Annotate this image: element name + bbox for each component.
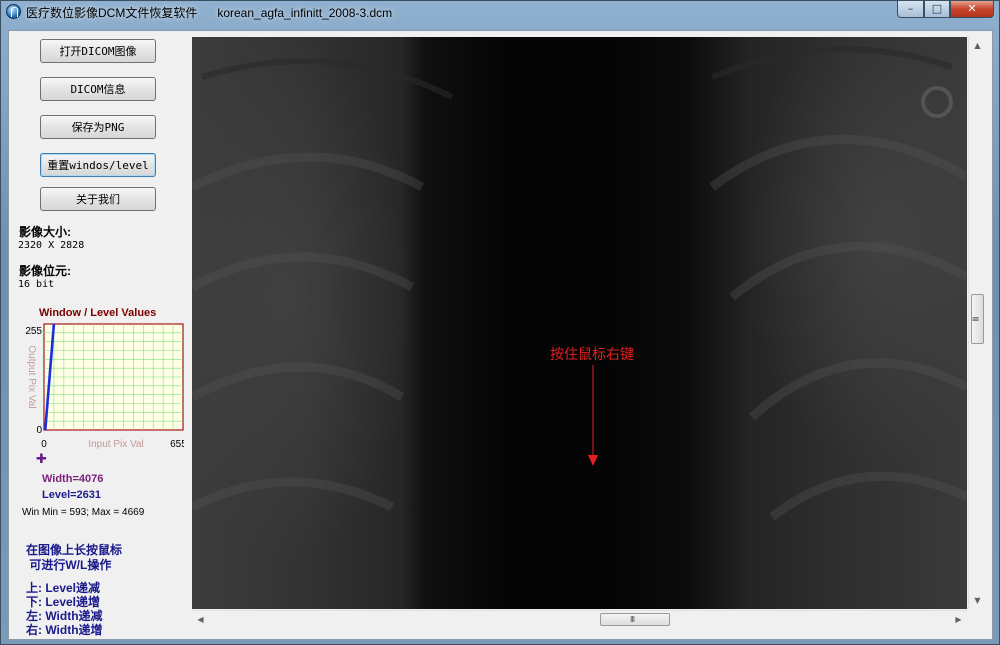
level-value: Level=2631 [42,489,102,501]
close-button[interactable]: ✕ [950,1,994,18]
scroll-down-icon[interactable]: ▼ [969,592,986,609]
window-title: 医疗数位影像DCM文件恢复软件 korean_agfa_infinitt_200… [26,6,393,20]
scroll-right-icon[interactable]: ▶ [950,611,967,628]
width-value: Width=4076 [42,473,104,485]
window-level-chart: 255 0 0 65535 Input Pix Val Output Pix Val [25,323,184,450]
client-area: 打开DICOM图像 DICOM信息 保存为PNG 重置windos/level … [8,30,993,640]
app-icon[interactable] [6,4,21,19]
reset-window-level-button[interactable]: 重置windos/level [40,153,156,177]
horizontal-scrollbar[interactable]: ◀ III ▶ [192,610,967,627]
chart-title: Window / Level Values [39,307,157,319]
save-png-button[interactable]: 保存为PNG [40,115,156,139]
minimize-button[interactable]: – [897,1,924,18]
vertical-scroll-thumb[interactable]: III [971,294,984,344]
help-down: 下: Level递增 [26,595,101,609]
help-up: 上: Level递减 [26,581,101,595]
hint-arrow-icon [588,365,598,466]
xray-image[interactable] [192,37,967,609]
h-grip-icon: III [630,615,635,624]
app-window: 医疗数位影像DCM文件恢复软件 korean_agfa_infinitt_200… [0,0,1000,645]
bit-depth-label: 影像位元: [19,264,71,278]
help-line-1: 在图像上长按鼠标 [26,543,123,557]
title-bar[interactable]: 医疗数位影像DCM文件恢复软件 korean_agfa_infinitt_200… [1,1,999,23]
scroll-up-icon[interactable]: ▲ [969,37,986,54]
open-dicom-button[interactable]: 打开DICOM图像 [40,39,156,63]
vertical-scrollbar[interactable]: ▲ III ▼ [968,37,985,609]
help-left: 左: Width递减 [26,609,103,623]
plus-marker-icon: ✚ [36,452,47,467]
right-click-hint: 按住鼠标右键 [550,347,634,363]
horizontal-scroll-thumb[interactable]: III [600,613,670,626]
scroll-left-icon[interactable]: ◀ [192,611,209,628]
image-size-label: 影像大小: [19,225,71,239]
chart-x-tick-min: 0 [41,439,47,450]
image-viewport[interactable]: 按住鼠标右键 [192,37,967,609]
image-size-value: 2320 X 2828 [18,240,85,251]
chart-x-tick-max: 65535 [170,439,184,450]
help-right: 右: Width递增 [26,623,103,637]
dicom-info-button[interactable]: DICOM信息 [40,77,156,101]
chart-x-label: Input Pix Val [88,439,143,450]
chart-y-tick-max: 255 [25,326,42,337]
chart-y-label: Output Pix Val [26,345,37,408]
about-button[interactable]: 关于我们 [40,187,156,211]
window-min-max: Win Min = 593; Max = 4669 [22,507,145,518]
help-line-2: 可进行W/L操作 [26,558,112,572]
maximize-button[interactable]: □ [924,1,950,18]
bit-depth-value: 16 bit [18,279,55,290]
chart-y-tick-min: 0 [36,425,42,436]
v-grip-icon: III [970,316,980,321]
